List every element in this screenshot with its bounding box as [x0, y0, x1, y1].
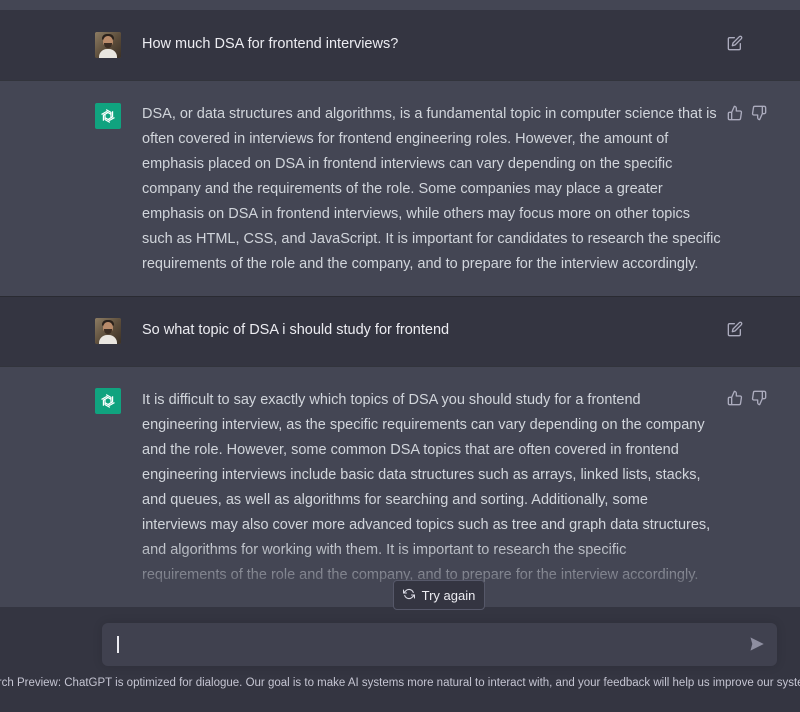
footer-disclaimer: earch Preview: ChatGPT is optimized for … — [0, 677, 800, 689]
chat-app: How much DSA for frontend interviews? DS… — [0, 0, 800, 712]
text-caret — [117, 636, 119, 653]
try-again-label: Try again — [421, 587, 476, 603]
thumbs-up-icon[interactable] — [726, 104, 744, 122]
message-text: DSA, or data structures and algorithms, … — [142, 106, 721, 272]
try-again-button[interactable]: Try again — [393, 580, 485, 610]
thumbs-down-icon[interactable] — [750, 104, 768, 122]
assistant-message: DSA, or data structures and algorithms, … — [0, 80, 800, 296]
composer-area — [0, 607, 800, 712]
message-text: So what topic of DSA i should study for … — [142, 322, 450, 338]
assistant-message: It is difficult to say exactly which top… — [0, 366, 800, 607]
send-icon[interactable] — [749, 636, 765, 652]
refresh-icon — [402, 588, 415, 603]
openai-logo-icon — [95, 388, 121, 414]
message-text: How much DSA for frontend interviews? — [142, 36, 399, 52]
previous-message-edge — [0, 0, 800, 10]
user-message: So what topic of DSA i should study for … — [0, 296, 800, 366]
thumbs-down-icon[interactable] — [750, 389, 768, 407]
edit-icon[interactable] — [726, 34, 744, 52]
user-avatar — [95, 32, 121, 58]
user-message: How much DSA for frontend interviews? — [0, 10, 800, 80]
user-avatar — [95, 318, 121, 344]
thumbs-up-icon[interactable] — [726, 389, 744, 407]
message-input[interactable] — [102, 623, 777, 666]
edit-icon[interactable] — [726, 320, 744, 338]
message-text: It is difficult to say exactly which top… — [142, 392, 711, 583]
openai-logo-icon — [95, 103, 121, 129]
